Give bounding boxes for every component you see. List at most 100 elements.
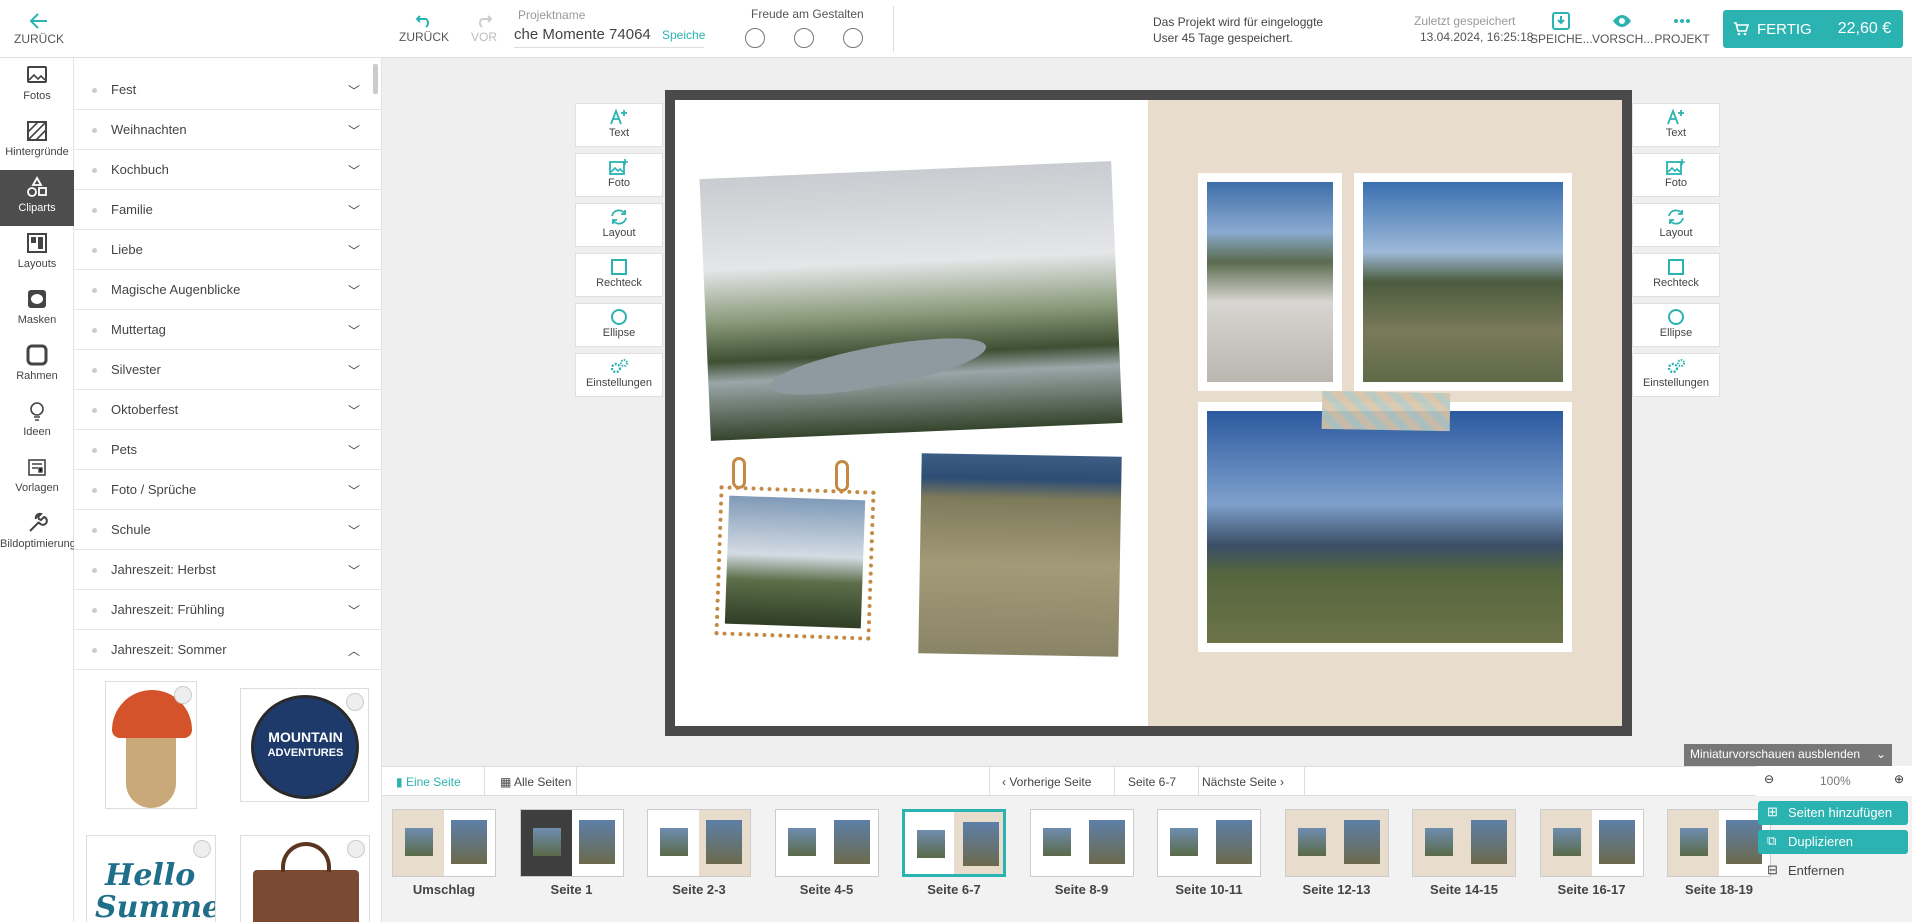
single-page-tab[interactable]: ▮ Eine Seite	[396, 775, 461, 789]
page-thumbnail[interactable]	[647, 809, 751, 877]
category-item[interactable]: Liebe ﹀	[74, 230, 381, 270]
category-label: Fest	[111, 82, 137, 97]
category-item[interactable]: Jahreszeit: Frühling ﹀	[74, 590, 381, 630]
tool-rechteck-button[interactable]: Rechteck	[1632, 253, 1720, 297]
tool-einstellungen-button[interactable]: Einstellungen	[1632, 353, 1720, 397]
tool-layout-button[interactable]: Layout	[575, 203, 663, 247]
photo-fjord-mountains[interactable]	[1363, 182, 1563, 382]
category-item[interactable]: Oktoberfest ﹀	[74, 390, 381, 430]
tool-text-button[interactable]: Text	[1632, 103, 1720, 147]
tool-einstellungen-button[interactable]: Einstellungen	[575, 353, 663, 397]
page-thumbnail[interactable]	[902, 809, 1006, 877]
left-page[interactable]	[675, 100, 1148, 726]
sidebar-item-hintergruende[interactable]: Hintergründe	[0, 114, 74, 170]
zoom-out-icon[interactable]: ⊖	[1764, 772, 1774, 786]
neutral-face-icon[interactable]	[794, 28, 814, 48]
tool-label: Ellipse	[1659, 327, 1693, 339]
clipart-mountain-badge[interactable]: MOUNTAIN ADVENTURES	[240, 688, 369, 802]
favorite-heart-icon[interactable]	[346, 693, 364, 711]
clipart-pot[interactable]	[240, 835, 370, 922]
page-thumbnail[interactable]	[1157, 809, 1261, 877]
photo-mountain-sky[interactable]	[724, 495, 866, 629]
undo-button[interactable]: ZURÜCK	[398, 14, 450, 44]
tool-foto-button[interactable]: Foto	[575, 153, 663, 197]
photo-valley-lake[interactable]	[699, 161, 1123, 441]
category-item[interactable]: Familie ﹀	[74, 190, 381, 230]
category-item[interactable]: Pets ﹀	[74, 430, 381, 470]
page-thumbnail[interactable]	[392, 809, 496, 877]
tool-text-button[interactable]: Text	[575, 103, 663, 147]
zoom-value[interactable]: 100%	[1820, 774, 1851, 788]
page-thumbnail[interactable]	[1029, 809, 1134, 877]
add-pages-button[interactable]: ⊞ Seiten hinzufügen	[1758, 801, 1908, 825]
sidebar-item-vorlagen[interactable]: Vorlagen	[0, 450, 74, 506]
tool-ellipse-button[interactable]: Ellipse	[575, 303, 663, 347]
category-scrollbar[interactable]	[373, 64, 378, 94]
tool-ellipse-button[interactable]: Ellipse	[1632, 303, 1720, 347]
duplicate-button[interactable]: ⧉ Duplizieren	[1758, 830, 1908, 854]
sidebar-item-cliparts[interactable]: Cliparts	[0, 170, 74, 226]
preview-button[interactable]: VORSCH...	[1592, 12, 1654, 46]
favorite-heart-icon[interactable]	[347, 840, 365, 858]
category-item[interactable]: Jahreszeit: Herbst ﹀	[74, 550, 381, 590]
category-item[interactable]: Kochbuch ﹀	[74, 150, 381, 190]
sidebar-item-layouts[interactable]: Layouts	[0, 226, 74, 282]
page-thumbnail[interactable]	[519, 809, 624, 877]
category-item[interactable]: Muttertag ﹀	[74, 310, 381, 350]
happy-face-icon[interactable]	[843, 28, 863, 48]
tool-layout-button[interactable]: Layout	[1632, 203, 1720, 247]
shapes-icon	[27, 176, 47, 197]
category-item[interactable]: Jahreszeit: Sommer ︿	[74, 630, 381, 670]
top-toolbar: ZURÜCK ZURÜCK VOR Projektname che Moment…	[0, 0, 1912, 58]
hide-thumbnails-button[interactable]: Miniaturvorschauen ausblenden ⌄	[1684, 744, 1892, 766]
tool-foto-button[interactable]: Foto	[1632, 153, 1720, 197]
remove-button[interactable]: ⊟ Entfernen	[1758, 859, 1908, 883]
page-thumbnail[interactable]	[1412, 809, 1516, 877]
preview-label: VORSCH...	[1592, 32, 1654, 46]
tool-rechteck-button[interactable]: Rechteck	[575, 253, 663, 297]
category-item[interactable]: Weihnachten ﹀	[74, 110, 381, 150]
sad-face-icon[interactable]	[745, 28, 765, 48]
redo-button[interactable]: VOR	[464, 14, 504, 44]
favorite-heart-icon[interactable]	[174, 686, 192, 704]
category-item[interactable]: Schule ﹀	[74, 510, 381, 550]
category-item[interactable]: Magische Augenblicke ﹀	[74, 270, 381, 310]
photo-hiker-snow[interactable]	[1207, 182, 1333, 382]
zoom-in-icon[interactable]: ⊕	[1894, 772, 1904, 786]
project-name-save-link[interactable]: Speiche	[662, 28, 705, 42]
previous-page-button[interactable]: ‹ Vorherige Seite	[1002, 775, 1091, 789]
right-page[interactable]	[1148, 100, 1622, 726]
photo-hikers-plateau[interactable]	[918, 453, 1122, 657]
page-thumbnail[interactable]	[1539, 809, 1644, 877]
gold-frame-clipart[interactable]	[714, 485, 876, 641]
category-label: Familie	[111, 202, 153, 217]
save-button[interactable]: SPEICHE...	[1530, 12, 1593, 46]
project-menu-button[interactable]: PROJEKT	[1652, 12, 1712, 46]
sidebar-item-ideen[interactable]: Ideen	[0, 394, 74, 450]
category-item[interactable]: Fest ﹀	[74, 70, 381, 110]
back-button[interactable]: ZURÜCK	[12, 12, 66, 46]
sidebar-item-bildoptimierung[interactable]: Bildoptimierung	[0, 506, 76, 562]
all-pages-tab[interactable]: ▦ Alle Seiten	[500, 775, 571, 789]
sidebar-item-rahmen[interactable]: Rahmen	[0, 338, 74, 394]
favorite-heart-icon[interactable]	[193, 840, 211, 858]
photo-hiker-coast[interactable]	[1207, 411, 1563, 643]
clipart-hello-summer[interactable]: Hello Summer	[86, 835, 216, 922]
page-thumbnail[interactable]	[774, 809, 879, 877]
remove-label: Entfernen	[1788, 863, 1845, 878]
tool-label: Text	[608, 127, 630, 139]
thumbnail-photo	[787, 828, 816, 856]
washi-tape-clipart[interactable]	[1321, 390, 1451, 432]
divider	[1114, 767, 1115, 795]
next-page-button[interactable]: Nächste Seite ›	[1202, 775, 1284, 789]
sidebar-item-fotos[interactable]: Fotos	[0, 58, 74, 114]
clipart-mushroom[interactable]	[105, 681, 197, 809]
category-item[interactable]: Silvester ﹀	[74, 350, 381, 390]
category-item[interactable]: Foto / Sprüche ﹀	[74, 470, 381, 510]
page-thumbnail[interactable]	[1284, 809, 1389, 877]
sidebar-item-masken[interactable]: Masken	[0, 282, 74, 338]
done-checkout-button[interactable]: FERTIG 22,60 €	[1723, 10, 1903, 48]
thumbnail-photo	[963, 822, 999, 866]
page-thumbnail[interactable]	[1667, 809, 1771, 877]
thumbnail-photo	[660, 828, 688, 856]
